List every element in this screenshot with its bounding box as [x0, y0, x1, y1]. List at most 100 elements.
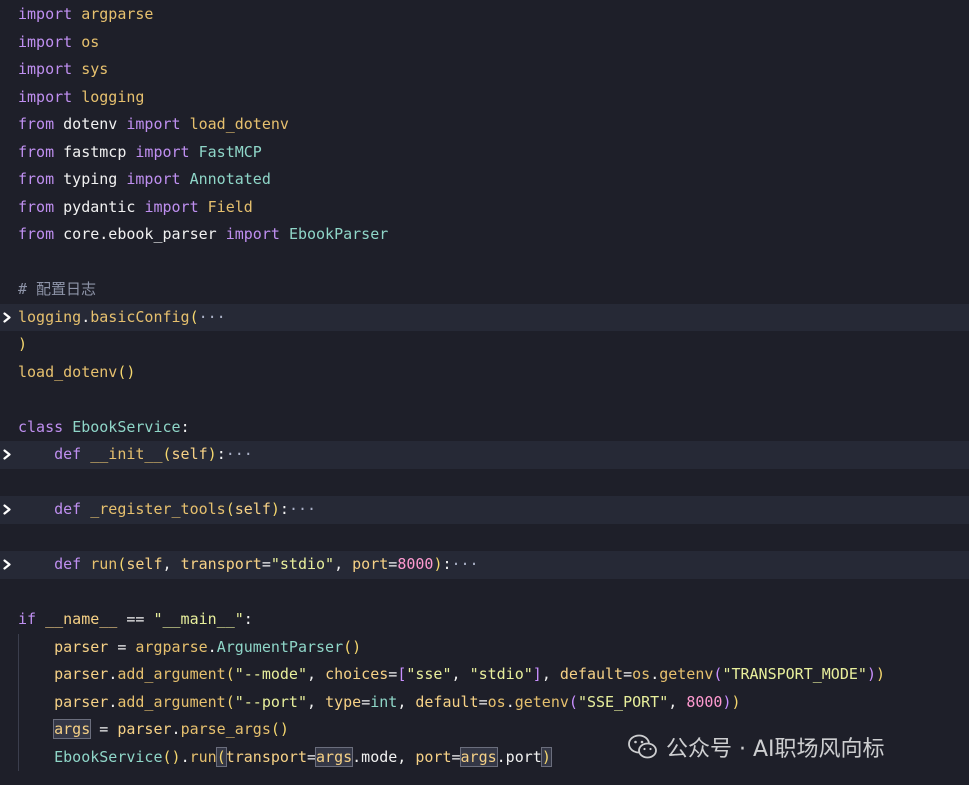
token-parameter: self [171, 445, 208, 463]
token: : [279, 500, 289, 518]
token: typing [54, 170, 127, 188]
token-parameter: args [459, 746, 498, 767]
code-text: def run(self, transport="stdio", port=80… [18, 551, 478, 579]
token-class_name: Annotated [189, 170, 271, 188]
token: pydantic [54, 197, 145, 216]
code-line[interactable]: from dotenv import load_dotenv [0, 111, 969, 139]
token: = [90, 720, 118, 738]
code-line[interactable]: ) [0, 331, 969, 359]
token-keyword: def [54, 555, 82, 573]
token: = [388, 665, 398, 683]
code-line[interactable]: def _register_tools(self):··· [0, 496, 969, 524]
token-keyword: from [18, 197, 55, 216]
token-keyword: import [18, 32, 73, 51]
token: , [541, 665, 560, 683]
code-line[interactable] [0, 249, 969, 277]
token-bracket: () [117, 362, 136, 381]
code-text: # 配置日志 [18, 276, 96, 304]
token-bracket_inner: ] [532, 665, 542, 683]
fold-chevron-icon[interactable] [1, 496, 13, 524]
token: : [442, 555, 452, 573]
code-text: from pydantic import Field [18, 194, 253, 222]
token-function: _register_tools [90, 500, 226, 518]
token-function: parse_args [180, 720, 271, 738]
code-line[interactable]: import logging [0, 84, 969, 112]
code-line[interactable]: from typing import Annotated [0, 166, 969, 194]
code-line[interactable] [0, 524, 969, 552]
code-line[interactable]: from pydantic import Field [0, 194, 969, 222]
token-string: "stdio" [270, 555, 335, 573]
token-function: getenv [514, 692, 569, 711]
token-parameter: port [352, 555, 389, 573]
token-parameter: parser [54, 665, 109, 683]
token-string: "__main__" [153, 610, 244, 628]
code-line[interactable] [0, 579, 969, 607]
code-editor[interactable]: import argparse import os import sys import… [0, 0, 969, 785]
code-line[interactable]: load_dotenv() [0, 359, 969, 387]
code-line[interactable]: import argparse [0, 1, 969, 29]
code-text: parser.add_argument("--mode", choices=["… [18, 661, 885, 689]
token: = [478, 692, 488, 711]
token-bracket_inner: ) [866, 665, 876, 683]
token: = [108, 637, 136, 656]
token-function: add_argument [117, 692, 226, 711]
code-line[interactable]: import sys [0, 56, 969, 84]
code-line[interactable]: from core.ebook_parser import EbookParse… [0, 221, 969, 249]
code-text: from dotenv import load_dotenv [18, 111, 289, 139]
code-line[interactable] [0, 469, 969, 497]
code-line[interactable]: from fastmcp import FastMCP [0, 139, 969, 167]
code-text: def __init__(self):··· [18, 441, 253, 469]
code-line[interactable]: if __name__ == "__main__": [0, 606, 969, 634]
fold-chevron-icon[interactable] [1, 441, 13, 469]
token-parameter: parser [54, 637, 109, 656]
code-line[interactable]: def __init__(self):··· [0, 441, 969, 469]
code-line[interactable]: # 配置日志 [0, 276, 969, 304]
token-bracket: ( [225, 500, 235, 518]
token-bracket: ) [731, 692, 741, 711]
token-keyword: def [54, 500, 82, 518]
token-parameter: transport [225, 747, 307, 766]
code-line[interactable]: parser.add_argument("--port", type=int, … [0, 689, 969, 717]
code-line[interactable]: parser.add_argument("--mode", choices=["… [0, 661, 969, 689]
token-bracket: ) [270, 500, 280, 518]
token: = [623, 665, 633, 683]
token-builtin: int [370, 692, 398, 711]
token: == [117, 610, 154, 628]
token-function: run [90, 555, 118, 573]
token-parameter: default [415, 692, 479, 711]
token-bracket: () [270, 720, 289, 738]
code-text: from fastmcp import FastMCP [18, 139, 262, 167]
token: = [388, 555, 398, 573]
code-text: args = parser.parse_args() [18, 716, 289, 744]
token-module: os [632, 665, 651, 683]
code-line[interactable]: def run(self, transport="stdio", port=80… [0, 551, 969, 579]
token-bracket: ) [875, 665, 885, 683]
code-text: from typing import Annotated [18, 166, 271, 194]
code-line[interactable]: parser = argparse.ArgumentParser() [0, 634, 969, 662]
token-ellipsis: ··· [288, 500, 317, 518]
fold-chevron-icon[interactable] [1, 551, 13, 579]
code-line[interactable] [0, 386, 969, 414]
token-function: load_dotenv [18, 362, 118, 381]
token-parameter: self [234, 500, 271, 518]
token-string: "TRANSPORT_MODE" [722, 665, 867, 683]
code-line[interactable]: import os [0, 29, 969, 57]
token-function: getenv [659, 665, 714, 683]
watermark-text: 公众号 · AI职场风向标 [666, 737, 885, 762]
fold-chevron-icon[interactable] [1, 304, 13, 332]
token-keyword: import [135, 142, 190, 161]
token-module: logging [81, 87, 145, 106]
token-class_name: FastMCP [198, 142, 262, 161]
code-line[interactable]: logging.basicConfig(··· [0, 303, 969, 332]
code-line[interactable]: class EbookService: [0, 414, 969, 442]
token: = [451, 747, 461, 766]
token: = [361, 692, 371, 711]
token-keyword: import [18, 60, 73, 78]
token-keyword: if [18, 610, 37, 628]
token: , [451, 665, 470, 683]
